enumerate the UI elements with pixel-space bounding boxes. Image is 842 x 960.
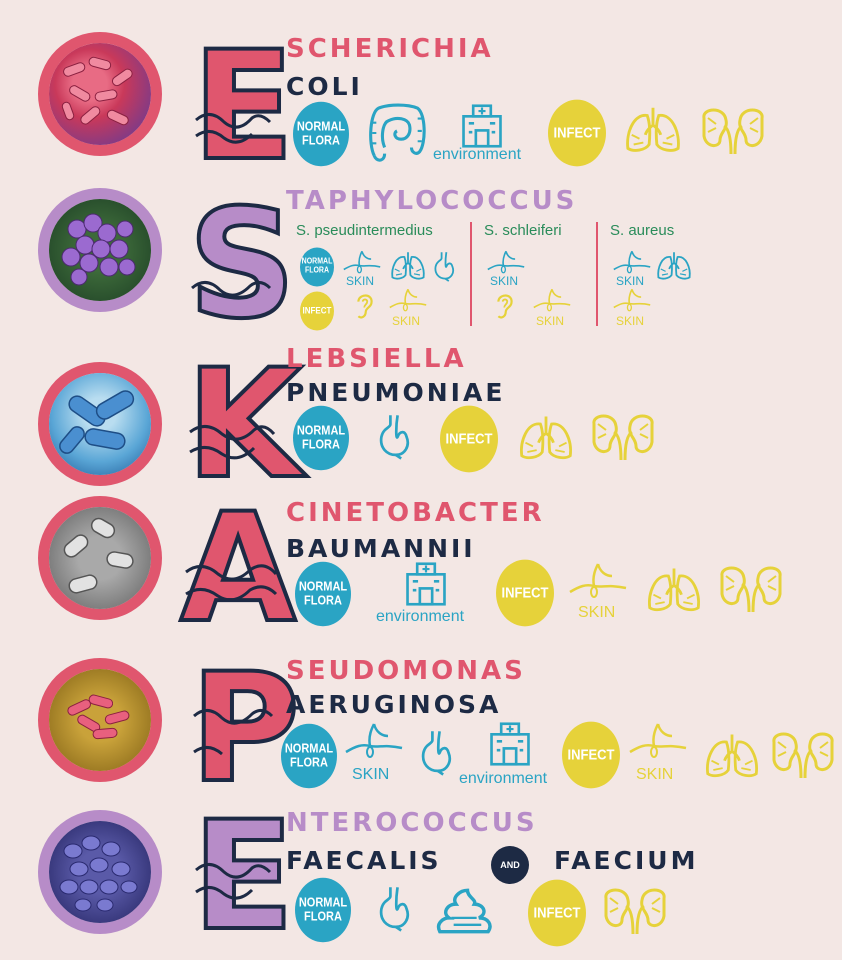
- genus-name: CINETOBACTER: [286, 498, 545, 528]
- ear-icon: [354, 290, 376, 322]
- skin-label: SKIN: [536, 314, 565, 328]
- skin-label: SKIN: [636, 766, 674, 783]
- big-letter-e: E: [180, 788, 296, 960]
- kidneys-icon: [600, 886, 670, 936]
- subspecies-label: S. aureus: [610, 222, 675, 239]
- normal-flora-badge: NORMAL FLORA: [300, 247, 334, 287]
- infect-badge: INFECT: [562, 721, 620, 789]
- genus-name: TAPHYLOCOCCUS: [286, 186, 578, 216]
- bacteria-photo: [38, 362, 162, 486]
- lungs-icon: [518, 410, 574, 466]
- species-name: AERUGINOSA: [286, 690, 502, 719]
- skin-hair-icon: [610, 250, 654, 276]
- organism-row-ecoli: E SCHERICHIA COLI NORMAL FLORA environme…: [0, 0, 842, 196]
- skin-label: SKIN: [346, 274, 375, 288]
- normal-flora-badge: NORMAL FLORA: [295, 877, 351, 943]
- species-name: BAUMANNII: [286, 534, 476, 563]
- genus-name: LEBSIELLA: [286, 344, 467, 374]
- big-letter-p: P: [180, 640, 302, 818]
- feces-icon: [434, 888, 494, 934]
- svg-text:E: E: [192, 20, 294, 194]
- skin-label: SKIN: [352, 766, 390, 783]
- kidneys-icon: [698, 106, 768, 156]
- lungs-icon: [704, 728, 760, 784]
- species-name: FAECALIS: [286, 846, 442, 875]
- skin-hair-icon: [340, 250, 384, 276]
- skin-label: SKIN: [578, 604, 616, 621]
- ear-icon: [494, 290, 516, 322]
- and-badge: AND: [491, 846, 529, 884]
- hospital-icon: [458, 104, 506, 148]
- big-letter-k: K: [180, 336, 309, 514]
- lungs-icon: [624, 102, 682, 158]
- skin-label: SKIN: [490, 274, 519, 288]
- bacteria-photo: [38, 188, 162, 312]
- normal-flora-badge: NORMAL FLORA: [281, 723, 337, 789]
- lungs-icon: [646, 562, 702, 618]
- genus-name: SCHERICHIA: [286, 34, 494, 64]
- species-name-2: FAECIUM: [554, 846, 699, 875]
- normal-flora-badge: NORMAL FLORA: [293, 101, 349, 167]
- big-letter-s: S: [180, 176, 298, 354]
- stomach-icon: [418, 726, 454, 778]
- normal-flora-badge: NORMAL FLORA: [293, 405, 349, 471]
- svg-text:A: A: [180, 482, 296, 656]
- hospital-icon: [402, 562, 450, 606]
- skin-hair-icon: [386, 288, 430, 314]
- organism-row-enterococcus: E NTEROCOCCUS FAECALIS AND FAECIUM NORMA…: [0, 788, 842, 960]
- skin-hair-icon: [344, 722, 404, 762]
- kidneys-icon: [588, 412, 658, 462]
- environment-label: environment: [433, 146, 522, 163]
- skin-hair-icon: [530, 288, 574, 314]
- bacteria-photo: [38, 32, 162, 156]
- organism-row-staphylococcus: S TAPHYLOCOCCUS S. pseudintermedius S. s…: [0, 170, 842, 354]
- stomach-icon: [376, 410, 412, 462]
- subspecies-label: S. pseudintermedius: [296, 222, 433, 239]
- environment-label: environment: [459, 770, 548, 787]
- skin-hair-icon: [484, 250, 528, 276]
- big-letter-a: A: [178, 480, 298, 658]
- stomach-icon: [376, 882, 412, 934]
- intestine-icon: [366, 102, 428, 164]
- organism-row-klebsiella: K LEBSIELLA PNEUMONIAE NORMAL FLORA INFE…: [0, 330, 842, 514]
- divider: [470, 222, 472, 326]
- skin-hair-icon: [628, 722, 688, 762]
- infect-badge: INFECT: [528, 879, 586, 947]
- stomach-icon: [432, 250, 456, 282]
- skin-label: SKIN: [616, 314, 645, 328]
- genus-name: SEUDOMONAS: [286, 656, 526, 686]
- hospital-icon: [486, 722, 534, 766]
- lungs-icon: [656, 250, 692, 282]
- svg-text:S: S: [188, 178, 296, 352]
- bacteria-photo: [38, 496, 162, 620]
- infect-badge: INFECT: [548, 99, 606, 167]
- infect-badge: INFECT: [440, 405, 498, 473]
- bacteria-photo: [38, 810, 162, 934]
- organism-row-pseudomonas: P SEUDOMONAS AERUGINOSA NORMAL FLORA SKI…: [0, 640, 842, 818]
- divider: [596, 222, 598, 326]
- species-name: PNEUMONIAE: [286, 378, 506, 407]
- skin-hair-icon: [568, 562, 628, 602]
- skin-label: SKIN: [616, 274, 645, 288]
- kidneys-icon: [716, 564, 786, 614]
- skin-label: SKIN: [392, 314, 421, 328]
- organism-row-acinetobacter: A CINETOBACTER BAUMANNII NORMAL FLORA en…: [0, 480, 842, 658]
- lungs-icon: [390, 250, 426, 282]
- kidneys-icon: [768, 730, 838, 780]
- bacteria-photo: [38, 658, 162, 782]
- subspecies-label: S. schleiferi: [484, 222, 562, 239]
- species-name: COLI: [286, 72, 363, 101]
- environment-label: environment: [376, 608, 465, 625]
- genus-name: NTEROCOCCUS: [286, 808, 538, 838]
- normal-flora-badge: NORMAL FLORA: [295, 561, 351, 627]
- skin-hair-icon: [610, 288, 654, 314]
- infect-badge: INFECT: [496, 559, 554, 627]
- infect-badge: INFECT: [300, 291, 334, 331]
- big-letter-e: E: [180, 18, 296, 196]
